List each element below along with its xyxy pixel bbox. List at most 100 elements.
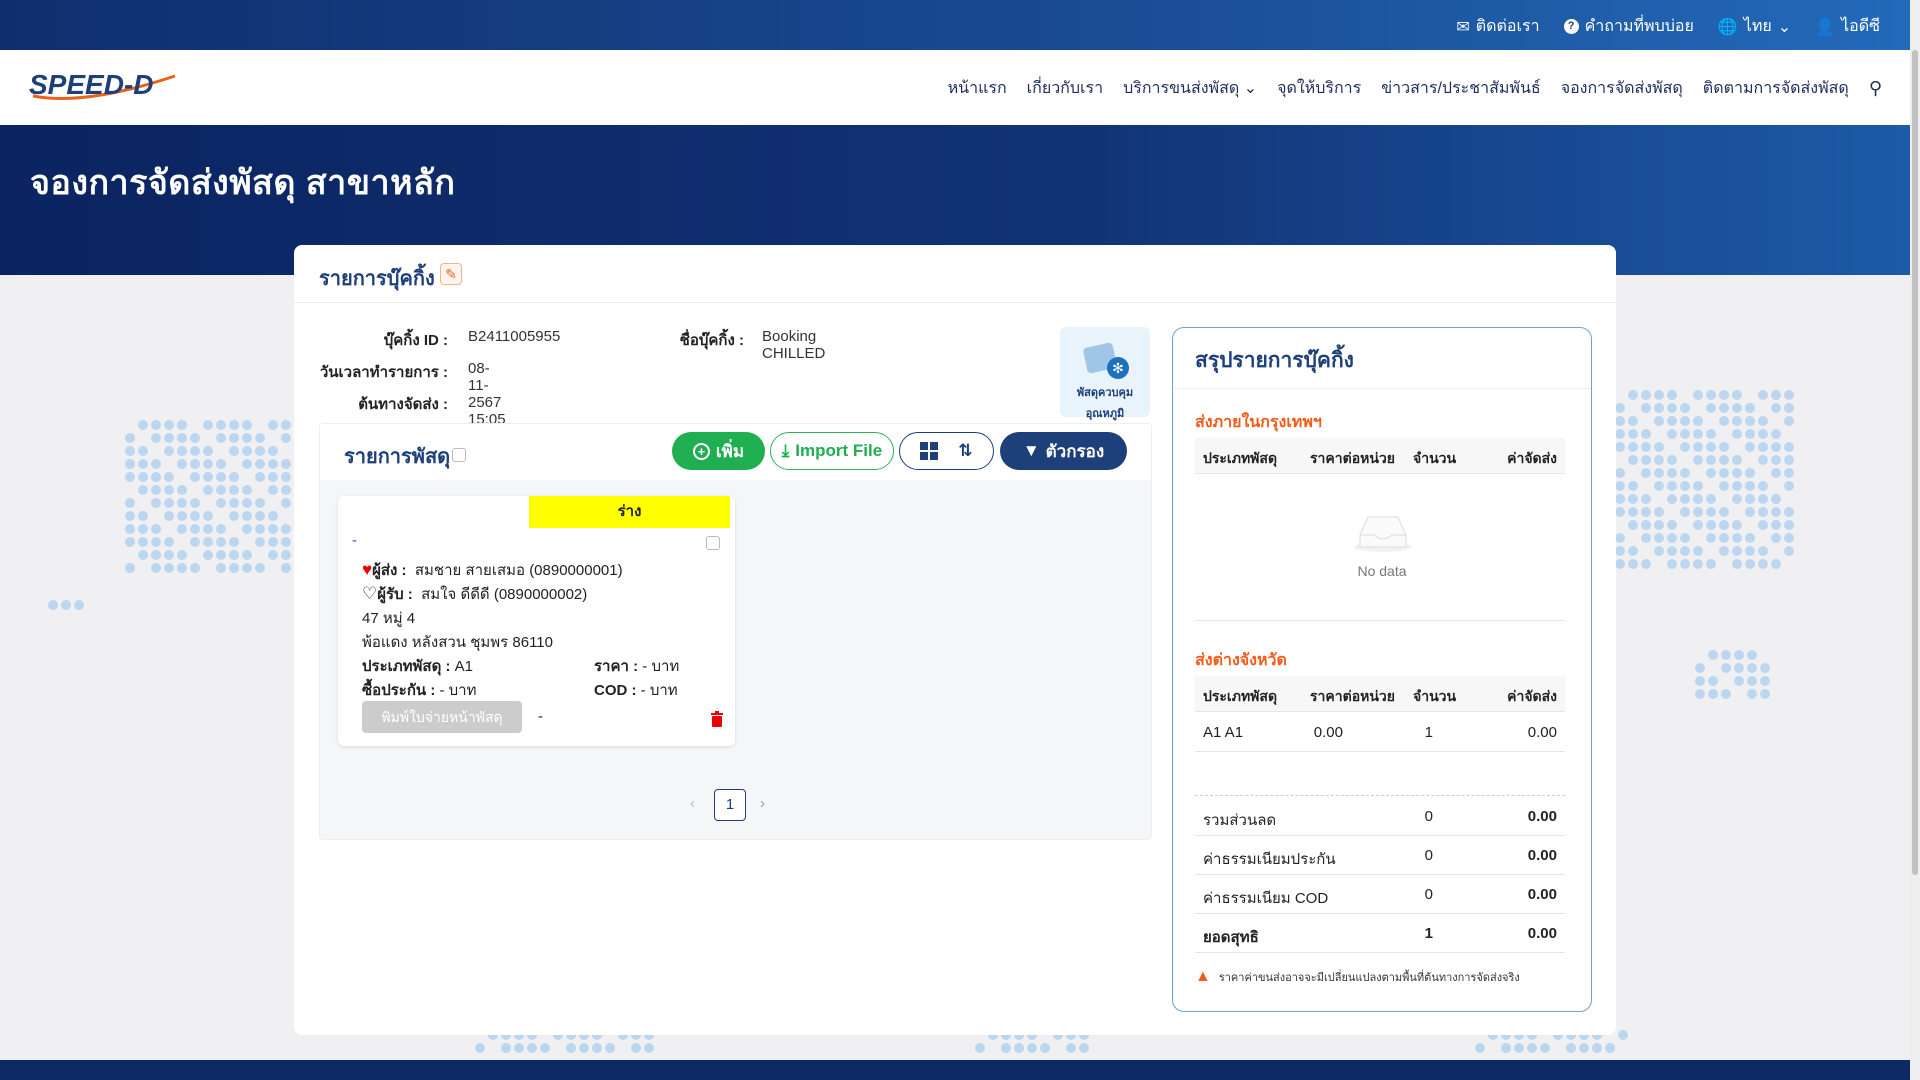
- cod-label: COD :: [594, 682, 637, 699]
- total-qty: 0: [1424, 886, 1433, 903]
- add-parcel-button[interactable]: + เพิ่ม: [672, 432, 765, 470]
- booking-datetime-value: 08-11-2567 15:05: [468, 360, 506, 428]
- row-fee: 0.00: [1527, 724, 1557, 741]
- sender-label: ผู้ส่ง :: [372, 562, 407, 579]
- nav-booking[interactable]: จองการจัดส่งพัสดุ: [1561, 76, 1683, 101]
- row-type: A1 A1: [1203, 724, 1244, 741]
- nav-about[interactable]: เกี่ยวกับเรา: [1027, 76, 1103, 101]
- header-type: ประเภทพัสดุ: [1203, 450, 1278, 466]
- faq-link[interactable]: ? คำถามที่พบบ่อย: [1563, 14, 1694, 39]
- insurance-value: - บาท: [439, 682, 477, 699]
- receiver-value: สมใจ ดีดีดี (0890000002): [421, 586, 588, 603]
- booking-id-value: B2411005955: [468, 328, 561, 345]
- user-menu[interactable]: 👤 ไอดีซี: [1815, 14, 1880, 39]
- total-qty: 0: [1424, 808, 1433, 825]
- edit-icon[interactable]: ✎: [440, 263, 462, 285]
- price-note: ▲ ราคาค่าขนส่งอาจจะมีเปลี่ยนแปลงตามพื้นท…: [1195, 968, 1520, 985]
- contact-link[interactable]: ✉ ติดต่อเรา: [1456, 14, 1539, 39]
- scrollbar-thumb[interactable]: [1912, 50, 1918, 875]
- total-label: รวมส่วนลด: [1203, 812, 1277, 829]
- header-unit-price: ราคาต่อหน่วย: [1310, 688, 1395, 704]
- nav-news[interactable]: ข่าวสาร/ประชาสัมพันธ์: [1381, 76, 1540, 101]
- grid-icon: [920, 442, 939, 460]
- insurance-label: ซื้อประกัน :: [362, 682, 436, 699]
- plus-circle-icon: +: [692, 442, 710, 460]
- total-label: ค่าธรรมเนียมประกัน: [1203, 851, 1336, 868]
- nav-home[interactable]: หน้าแรก: [948, 76, 1007, 101]
- booking-name-label: ชื่อบุ๊คกิ้ง :: [679, 332, 744, 349]
- row-qty: 1: [1424, 724, 1433, 741]
- chilled-badge: ✻ พัสดุควบคุม อุณหภูมิ: [1060, 327, 1150, 420]
- heart-filled-icon: ♥: [362, 560, 373, 579]
- page-scrollbar[interactable]: [1910, 0, 1920, 1080]
- trash-icon[interactable]: [710, 711, 724, 727]
- snowflake-box-icon: ✻: [1082, 335, 1129, 379]
- divider: [1173, 388, 1591, 389]
- bangkok-table-header: ประเภทพัสดุ ราคาต่อหน่วย จำนวน ค่าจัดส่ง: [1195, 438, 1565, 474]
- download-icon: ⤓: [781, 441, 790, 460]
- question-circle-icon: ?: [1563, 19, 1579, 34]
- header-qty: จำนวน: [1413, 688, 1457, 704]
- parcel-type-value: A1: [454, 658, 474, 675]
- bangkok-section-title: ส่งภายในกรุงเทพฯ: [1195, 414, 1322, 431]
- svg-text:SPEED-D: SPEED-D: [29, 69, 153, 100]
- booking-name-value: Booking CHILLED: [762, 328, 826, 362]
- parcel-type-label: ประเภทพัสดุ :: [362, 658, 451, 675]
- nav-services[interactable]: บริการขนส่งพัสดุ ⌄: [1123, 76, 1257, 101]
- language-selector[interactable]: 🌐 ไทย ⌄: [1718, 14, 1791, 39]
- parcel-checkbox[interactable]: [706, 536, 720, 550]
- page-title: จองการจัดส่งพัสดุ สาขาหลัก: [30, 164, 456, 202]
- cod-value: - บาท: [640, 682, 678, 699]
- address-line-1: 47 หมู่ 4: [362, 610, 416, 627]
- summary-title: สรุปรายการบุ๊คกิ้ง: [1195, 349, 1354, 372]
- parcel-card[interactable]: ร่าง - ♥ผู้ส่ง : สมชาย สายเสมอ (08900000…: [338, 496, 735, 746]
- booking-section-title: รายการบุ๊คกิ้ง: [319, 268, 435, 290]
- sender-value: สมชาย สายเสมอ (0890000001): [414, 562, 623, 579]
- parcel-list-title: รายการพัสดุ: [344, 446, 451, 468]
- price-label: ราคา :: [594, 658, 639, 675]
- search-icon[interactable]: ⚲: [1869, 78, 1882, 99]
- total-row-discount: รวมส่วนลด 0 0.00: [1195, 798, 1565, 836]
- booking-datetime-label: วันเวลาทำรายการ :: [319, 364, 448, 381]
- total-row-cod: ค่าธรรมเนียม COD 0 0.00: [1195, 876, 1565, 914]
- tracking-number[interactable]: -: [352, 532, 357, 549]
- select-all-checkbox[interactable]: [452, 448, 466, 462]
- no-data-text: No data: [1357, 563, 1407, 579]
- page-number[interactable]: 1: [714, 789, 746, 821]
- next-page-button[interactable]: ›: [760, 795, 765, 812]
- empty-inbox-icon: [1354, 516, 1412, 552]
- main-navigation: SPEED-D หน้าแรก เกี่ยวกับเรา บริการขนส่ง…: [0, 50, 1910, 125]
- total-row-net: ยอดสุทธิ 1 0.00: [1195, 915, 1565, 953]
- nav-tracking[interactable]: ติดตามการจัดส่งพัสดุ: [1703, 76, 1849, 101]
- globe-icon: 🌐: [1717, 18, 1738, 36]
- total-qty: 0: [1424, 847, 1433, 864]
- parcel-list-header: รายการพัสดุ + เพิ่ม ⤓ Import File ⇅ ▼ ตั…: [320, 424, 1151, 480]
- header-fee: ค่าจัดส่ง: [1507, 450, 1557, 466]
- user-icon: 👤: [1815, 18, 1836, 36]
- view-toggle-button[interactable]: ⇅: [899, 432, 994, 470]
- import-file-button[interactable]: ⤓ Import File: [770, 432, 894, 470]
- filter-icon: ▼: [1022, 441, 1040, 460]
- total-qty: 1: [1424, 925, 1433, 942]
- prev-page-button[interactable]: ‹: [690, 795, 695, 812]
- chilled-label: พัสดุควบคุม: [1076, 387, 1134, 399]
- row-unit-price: 0.00: [1313, 724, 1343, 741]
- header-fee: ค่าจัดส่ง: [1507, 688, 1557, 704]
- header-qty: จำนวน: [1413, 450, 1457, 466]
- nav-service-points[interactable]: จุดให้บริการ: [1277, 76, 1361, 101]
- status-badge: ร่าง: [529, 496, 730, 528]
- total-amount: 0.00: [1527, 847, 1557, 864]
- top-utility-bar: ✉ ติดต่อเรา ? คำถามที่พบบ่อย 🌐 ไทย ⌄ 👤 ไ…: [0, 0, 1910, 50]
- header-type: ประเภทพัสดุ: [1203, 688, 1278, 704]
- province-section-title: ส่งต่างจังหวัด: [1195, 652, 1287, 669]
- dashed-divider: [1195, 795, 1565, 796]
- booking-card-header: รายการบุ๊คกิ้ง ✎: [294, 245, 1616, 303]
- filter-button[interactable]: ▼ ตัวกรอง: [1000, 432, 1127, 470]
- booking-id-label: บุ๊คกิ้ง ID :: [383, 332, 448, 349]
- booking-card: รายการบุ๊คกิ้ง ✎ บุ๊คกิ้ง ID : B24110059…: [294, 245, 1616, 1035]
- chevron-down-icon: ⌄: [1777, 18, 1792, 36]
- print-label-button[interactable]: พิมพ์ใบจ่ายหน้าพัสดุ: [362, 701, 522, 733]
- receiver-label: ผู้รับ :: [377, 586, 413, 603]
- speed-d-logo[interactable]: SPEED-D: [25, 66, 185, 106]
- mail-icon: ✉: [1456, 18, 1470, 36]
